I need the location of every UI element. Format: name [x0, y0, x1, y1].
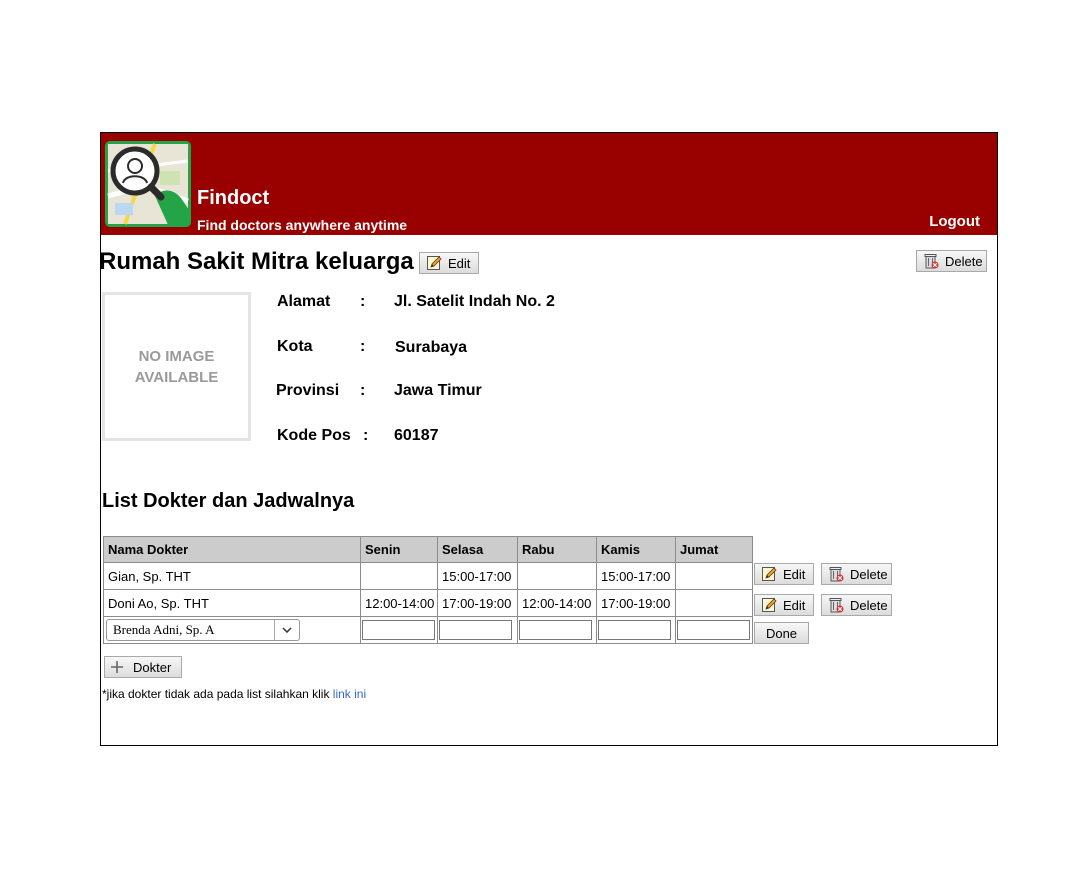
new-doctor-row: Brenda Adni, Sp. A — [103, 616, 753, 644]
postal-code-colon: : — [363, 427, 369, 444]
schedule-input-cell — [517, 616, 597, 644]
delete-hospital-button[interactable]: Delete — [916, 250, 987, 272]
province-colon: : — [360, 382, 366, 399]
delete-hospital-label: Delete — [945, 253, 983, 269]
missing-doctor-note-text: *jika dokter tidak ada pada list silahka… — [102, 687, 333, 701]
schedule-cell-monday — [360, 562, 438, 590]
schedule-input-cell — [437, 616, 518, 644]
column-header-thursday: Kamis — [596, 536, 676, 563]
delete-row-label: Delete — [850, 597, 888, 613]
done-button[interactable]: Done — [754, 622, 809, 644]
done-label: Done — [765, 625, 798, 641]
table-row: Doni Ao, Sp. THT 12:00-14:00 17:00-19:00… — [103, 589, 753, 617]
address-value: Jl. Satelit Indah No. 2 — [394, 293, 555, 310]
friday-input[interactable] — [677, 620, 750, 640]
column-header-monday: Senin — [360, 536, 438, 563]
trash-delete-icon — [828, 566, 844, 582]
no-image-text-line2: AVAILABLE — [134, 368, 219, 386]
no-image-text-line1: NO IMAGE — [138, 347, 215, 365]
wednesday-input[interactable] — [519, 620, 592, 640]
doctor-select-cell: Brenda Adni, Sp. A — [103, 616, 361, 644]
app-header: Findoct Find doctors anywhere anytime Lo… — [101, 133, 997, 235]
missing-doctor-note: *jika dokter tidak ada pada list silahka… — [102, 687, 366, 701]
city-value: Surabaya — [395, 339, 468, 356]
edit-hospital-button[interactable]: Edit — [419, 252, 479, 274]
add-doctor-label: Dokter — [133, 659, 172, 675]
schedule-cell-wednesday — [517, 562, 597, 590]
hospital-name-title: Rumah Sakit Mitra keluarga — [99, 248, 414, 275]
tuesday-input[interactable] — [439, 620, 512, 640]
schedule-cell-tuesday: 17:00-19:00 — [437, 589, 518, 617]
no-image-placeholder: NO IMAGE AVAILABLE — [102, 292, 251, 441]
delete-doctor-row-2-button[interactable]: Delete — [821, 594, 892, 616]
doctor-schedule-table: Nama Dokter Senin Selasa Rabu Kamis Juma… — [103, 536, 753, 644]
postal-code-value: 60187 — [394, 427, 439, 444]
edit-row-label: Edit — [783, 566, 806, 582]
schedule-cell-thursday: 17:00-19:00 — [596, 589, 676, 617]
province-label: Provinsi — [276, 382, 340, 399]
pencil-edit-icon — [426, 255, 442, 271]
doctor-select[interactable]: Brenda Adni, Sp. A — [106, 619, 300, 641]
schedule-input-cell — [596, 616, 676, 644]
doctor-name-cell: Gian, Sp. THT — [103, 562, 361, 590]
table-row: Gian, Sp. THT 15:00-17:00 15:00-17:00 — [103, 562, 753, 590]
schedule-cell-friday — [675, 589, 753, 617]
app-brand-name: Findoct — [197, 187, 270, 209]
schedule-cell-monday: 12:00-14:00 — [360, 589, 438, 617]
plus-icon — [111, 661, 123, 673]
findoct-logo-icon — [105, 141, 191, 227]
address-label: Alamat — [277, 293, 331, 310]
schedule-cell-friday — [675, 562, 753, 590]
add-doctor-link[interactable]: link ini — [333, 687, 366, 701]
postal-code-label: Kode Pos — [277, 427, 351, 444]
schedule-cell-tuesday: 15:00-17:00 — [437, 562, 518, 590]
app-tagline: Find doctors anywhere anytime — [197, 217, 408, 233]
delete-row-label: Delete — [850, 566, 888, 582]
doctor-list-title: List Dokter dan Jadwalnya — [102, 490, 355, 512]
doctor-select-value: Brenda Adni, Sp. A — [113, 622, 215, 637]
city-colon: : — [360, 338, 366, 355]
edit-hospital-label: Edit — [448, 255, 471, 271]
column-header-friday: Jumat — [675, 536, 753, 563]
pencil-edit-icon — [761, 566, 777, 582]
schedule-input-cell — [675, 616, 753, 644]
doctor-name-cell: Doni Ao, Sp. THT — [103, 589, 361, 617]
column-header-wednesday: Rabu — [517, 536, 597, 563]
column-header-doctor-name: Nama Dokter — [103, 536, 361, 563]
schedule-cell-thursday: 15:00-17:00 — [596, 562, 676, 590]
thursday-input[interactable] — [598, 620, 671, 640]
edit-row-label: Edit — [783, 597, 806, 613]
edit-doctor-row-1-button[interactable]: Edit — [754, 563, 814, 585]
logout-link[interactable]: Logout — [929, 213, 980, 230]
schedule-input-cell — [360, 616, 438, 644]
column-header-tuesday: Selasa — [437, 536, 518, 563]
schedule-cell-wednesday: 12:00-14:00 — [517, 589, 597, 617]
trash-delete-icon — [828, 597, 844, 613]
page-frame: Findoct Find doctors anywhere anytime Lo… — [99, 132, 998, 746]
pencil-edit-icon — [761, 597, 777, 613]
trash-delete-icon — [923, 253, 939, 269]
table-header-row: Nama Dokter Senin Selasa Rabu Kamis Juma… — [103, 536, 753, 563]
monday-input[interactable] — [362, 620, 435, 640]
add-doctor-button[interactable]: Dokter — [104, 656, 182, 678]
province-value: Jawa Timur — [394, 382, 482, 399]
city-label: Kota — [277, 338, 313, 355]
delete-doctor-row-1-button[interactable]: Delete — [821, 563, 892, 585]
address-colon: : — [360, 293, 366, 310]
chevron-down-icon[interactable] — [274, 620, 299, 640]
edit-doctor-row-2-button[interactable]: Edit — [754, 594, 814, 616]
